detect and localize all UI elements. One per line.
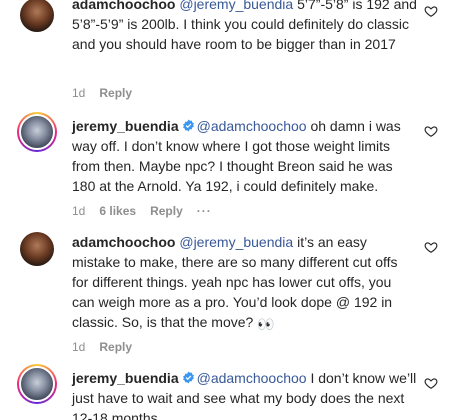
mention-link[interactable]: @adamchoochoo <box>197 118 307 134</box>
heart-icon[interactable] <box>424 376 438 390</box>
avatar[interactable] <box>17 112 57 152</box>
avatar[interactable] <box>20 0 54 32</box>
comment-username[interactable]: adamchoochoo <box>72 0 175 12</box>
heart-icon[interactable] <box>424 240 438 254</box>
comment-text: adamchoochoo @jeremy_buendia 5’7”-5’8” i… <box>72 0 417 54</box>
comment-time: 1d <box>72 86 86 100</box>
comment-time: 1d <box>72 340 86 354</box>
avatar[interactable] <box>20 232 54 266</box>
heart-icon[interactable] <box>424 4 438 18</box>
mention-link[interactable]: @adamchoochoo <box>197 370 307 386</box>
comment-username[interactable]: adamchoochoo <box>72 234 175 250</box>
reply-button[interactable]: Reply <box>150 204 183 218</box>
verified-badge-icon <box>182 119 194 132</box>
avatar[interactable] <box>17 364 57 404</box>
comment-text: adamchoochoo @jeremy_buendia it’s an eas… <box>72 232 417 334</box>
comment-text: jeremy_buendia @adamchoochoo oh damn i wa… <box>72 116 417 196</box>
mention-link[interactable]: @jeremy_buendia <box>179 0 293 12</box>
verified-badge-icon <box>182 371 194 384</box>
comment-username[interactable]: jeremy_buendia <box>72 370 179 386</box>
comment-username[interactable]: jeremy_buendia <box>72 118 179 134</box>
comment-meta: 1d Reply <box>72 86 146 100</box>
comment-meta: 1d Reply <box>72 340 146 354</box>
comment-meta: 1d 6 likes Reply ··· <box>72 204 226 218</box>
mention-link[interactable]: @jeremy_buendia <box>179 234 293 250</box>
eyes-emoji: 👀 <box>257 316 275 332</box>
comment-time: 1d <box>72 204 86 218</box>
heart-icon[interactable] <box>424 124 438 138</box>
more-options-button[interactable]: ··· <box>197 204 212 218</box>
likes-count[interactable]: 6 likes <box>99 204 136 218</box>
comment-text: jeremy_buendia @adamchoochoo I don’t know… <box>72 368 417 420</box>
reply-button[interactable]: Reply <box>99 340 132 354</box>
reply-button[interactable]: Reply <box>99 86 132 100</box>
